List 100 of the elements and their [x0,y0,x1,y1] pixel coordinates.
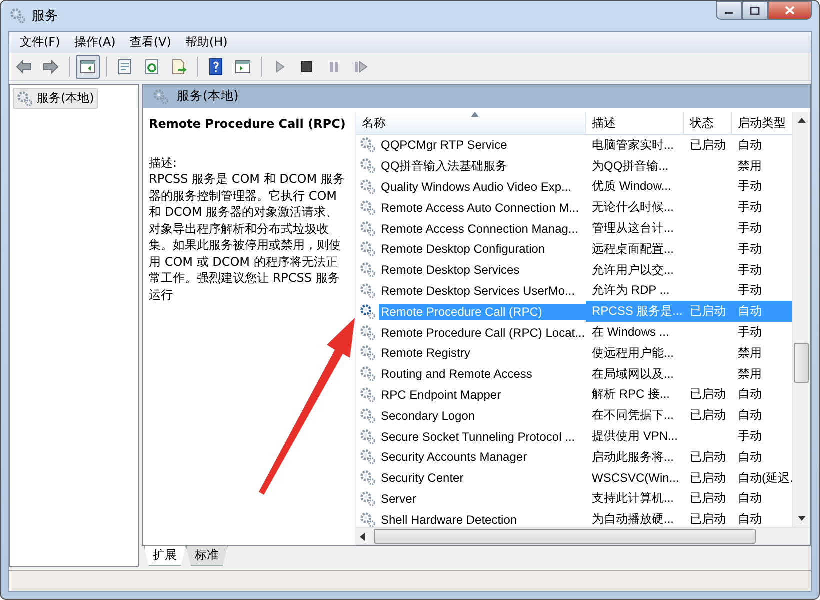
minimize-button[interactable] [716,1,742,20]
startup-type-cell: 自动 [732,301,792,322]
description-cell-text: 远程桌面配置... [591,240,676,258]
scroll-down-icon[interactable] [798,516,806,521]
service-name: Shell Hardware Detection [380,512,518,527]
service-name: QQPCMgr RTP Service [380,137,508,154]
service-row[interactable]: Secondary Logon 在不同凭据下... 已启动 自动 [356,405,792,426]
export-icon [170,58,188,76]
startup-type-cell-text: 手动 [737,199,763,216]
service-name: RPC Endpoint Mapper [380,386,502,403]
service-row[interactable]: QQPCMgr RTP Service 电脑管家实时... 已启动 自动 [356,135,792,156]
document-icon [116,58,134,76]
service-name: Remote Desktop Services [380,262,521,278]
description-cell-text: 启动此服务将... [591,448,676,466]
gear-icon [360,137,376,154]
scroll-up-icon[interactable] [798,118,806,123]
service-name: Secondary Logon [380,408,476,424]
menu-item[interactable]: 操作(A) [67,34,123,51]
menu-item[interactable]: 帮助(H) [178,34,235,51]
service-row[interactable]: Remote Access Connection Manag... 管理从这台计... 手动 [356,218,792,239]
gear-icon [360,178,376,195]
service-row[interactable]: Quality Windows Audio Video Exp... 优质 Window... 手动 [356,176,792,198]
startup-type-cell-text: 手动 [737,240,763,258]
maximize-icon [750,6,760,14]
pane-toggle-icon [79,58,97,76]
status-cell-text: 已启动 [689,448,727,466]
startup-type-cell-text: 禁用 [737,344,763,362]
startup-type-cell-text: 自动(延迟. [737,470,792,487]
view-tab[interactable]: 扩展 [144,546,186,566]
service-name: Security Accounts Manager [380,449,528,466]
description-cell: RPCSS 服务是... [586,301,684,322]
startup-type-cell-text: 自动 [737,136,763,154]
startup-type-cell-text: 自动 [737,511,763,527]
gear-icon [360,408,376,424]
service-name: Remote Access Auto Connection M... [380,200,580,216]
service-row[interactable]: Remote Registry 使远程用户能... 禁用 [356,342,792,364]
service-row[interactable]: Remote Desktop Services 允许用户以交... 手动 [356,260,792,281]
gear-icon [360,428,376,445]
description-cell-text: 在不同凭据下... [591,407,676,424]
service-row[interactable]: Remote Access Auto Connection M... 无论什么时候... 手动 [356,197,792,218]
gear-icon [360,386,376,403]
service-name: Remote Procedure Call (RPC) Locat... [380,324,586,341]
window-icon [234,58,252,76]
service-name: Server [380,490,418,507]
scroll-thumb[interactable] [374,529,756,544]
service-row[interactable]: Remote Desktop Configuration 远程桌面配置... 手动 [356,238,792,260]
service-name: Remote Access Connection Manag... [380,220,580,237]
service-title: Remote Procedure Call (RPC) [149,116,347,132]
startup-type-cell-text: 手动 [737,178,763,196]
service-name: Quality Windows Audio Video Exp... [380,178,573,195]
service-row[interactable]: Server 支持此计算机... 已启动 自动 [356,488,792,510]
gear-icon [360,241,376,258]
service-row[interactable]: Secure Socket Tunneling Protocol ... 提供使用 VPN... 手动 [356,426,792,447]
pane-title: 服务(本地) [177,88,239,105]
startup-type-cell-text: 自动 [737,490,763,508]
help-icon [207,58,225,76]
back-arrow-icon [15,58,33,76]
startup-type-cell-text: 手动 [737,220,763,238]
column-header[interactable]: 名称 [356,112,586,134]
startup-type-cell-text: 自动 [737,448,763,466]
service-name: Remote Procedure Call (RPC) [379,304,586,320]
service-row[interactable]: Shell Hardware Detection 为自动播放硬... 已启动 自动 [356,509,792,527]
menu-item[interactable]: 文件(F) [13,34,68,51]
service-name: QQ拼音输入法基础服务 [380,158,509,175]
startup-type-cell-text: 手动 [737,428,763,446]
maximize-button[interactable] [742,1,768,20]
vertical-scrollbar[interactable] [792,112,810,527]
service-row[interactable]: Security Accounts Manager 启动此服务将... 已启动 自动 [356,446,792,468]
startup-type-cell-text: 手动 [737,282,763,300]
gear-icon [360,262,376,278]
startup-type-cell-text: 禁用 [737,158,763,175]
description-cell-text: 在 Windows ... [591,324,670,342]
startup-type-cell-text: 自动 [737,386,763,404]
service-row[interactable]: Remote Procedure Call (RPC) Locat... 在 Windows ... 手动 [356,322,792,343]
status-cell-text: 已启动 [689,470,727,487]
service-name: Secure Socket Tunneling Protocol ... [380,428,576,445]
tree-item[interactable]: 服务(本地) [13,88,98,109]
service-name: Security Center [380,470,465,486]
service-row[interactable]: RPC Endpoint Mapper 解析 RPC 接... 已启动 自动 [356,384,792,406]
description-cell-text: 允许用户以交... [591,262,676,279]
service-row[interactable]: Remote Desktop Services UserMo... 允许为 RDP ... 手动 [356,280,792,302]
service-name: Remote Desktop Services UserMo... [380,282,576,299]
close-button[interactable] [768,1,812,20]
refresh-icon [143,58,161,76]
close-icon [785,6,795,15]
description-cell-text: 解析 RPC 接... [591,386,672,404]
service-row[interactable]: Routing and Remote Access 在局域网以及... 禁用 [356,364,792,385]
description-cell-text: 允许为 RDP ... [591,282,671,300]
description-cell-text: 管理从这台计... [591,220,676,238]
service-row[interactable]: Security Center WSCSVC(Win... 已启动 自动(延迟. [356,468,792,489]
scroll-thumb[interactable] [794,343,809,383]
description-cell-text: 为自动播放硬... [591,511,676,527]
gear-icon [360,512,376,527]
sort-arrow-icon [471,112,479,117]
service-row[interactable]: QQ拼音输入法基础服务 为QQ拼音输... 禁用 [356,156,792,177]
horizontal-scrollbar[interactable] [356,527,810,545]
menu-item[interactable]: 查看(V) [122,34,178,51]
view-tab[interactable]: 标准 [186,546,228,566]
gear-icon [360,158,376,174]
status-cell-text: 已启动 [689,136,727,154]
